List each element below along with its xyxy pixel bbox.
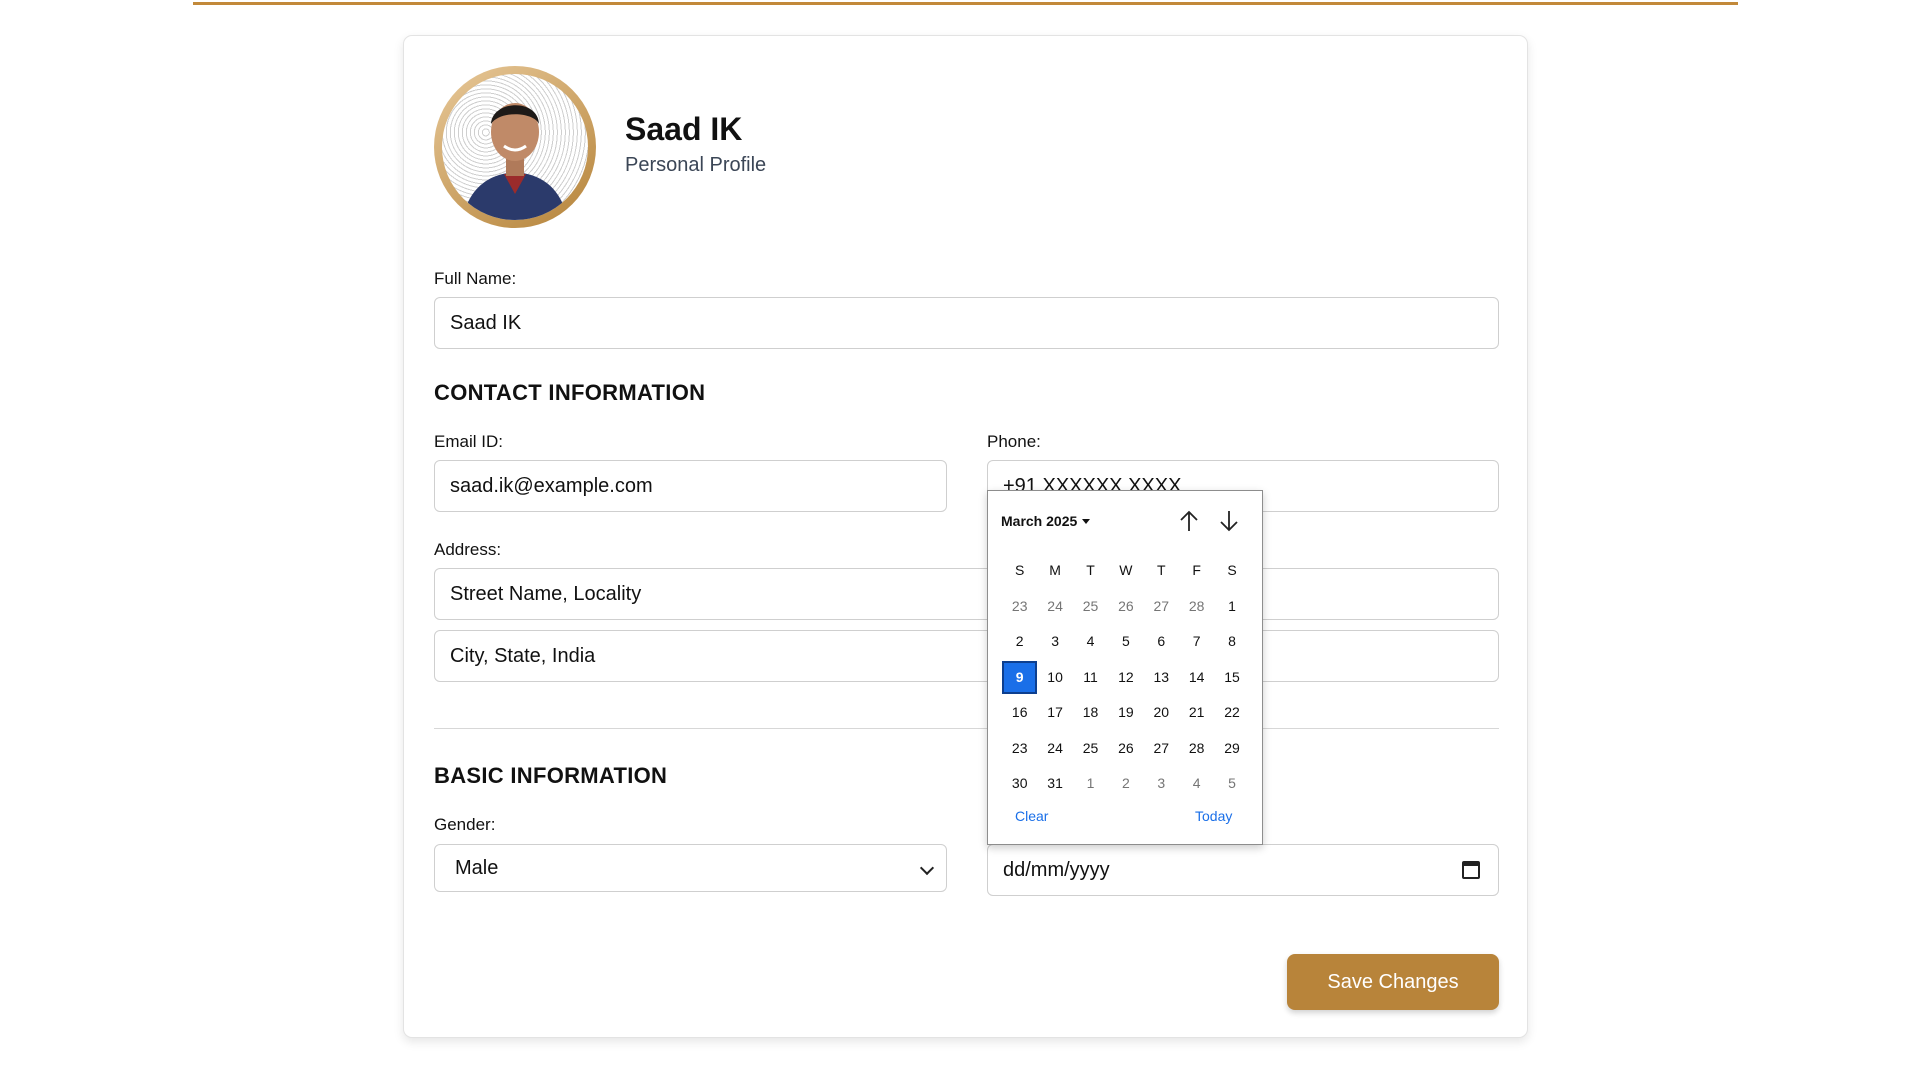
calendar-grid: SMTWTFS 23 24 25 26 27 28 1 2 3 4 5 6 7 8 9 10 11 12 13 14 1… — [1002, 553, 1250, 802]
address-line2-input[interactable]: City, State, India — [434, 630, 1499, 682]
full-name-label: Full Name: — [434, 269, 517, 288]
contact-section-title: CONTACT INFORMATION — [434, 380, 706, 405]
email-label: Email ID: — [434, 432, 503, 451]
weekday-header: S — [1227, 562, 1237, 579]
arrow-up-icon[interactable] — [1178, 509, 1200, 533]
calendar-day[interactable]: 11 — [1073, 661, 1108, 694]
weekday-header: M — [1049, 562, 1061, 579]
calendar-day[interactable]: 14 — [1179, 661, 1214, 694]
calendar-week-row: 23 24 25 26 27 28 1 — [1002, 589, 1250, 625]
avatar-photo — [442, 74, 588, 220]
calendar-day[interactable]: 4 — [1179, 767, 1214, 800]
weekday-header: T — [1156, 562, 1166, 579]
address-line1-value: Street Name, Locality — [450, 582, 642, 605]
calendar-day[interactable]: 27 — [1144, 590, 1179, 623]
avatar — [434, 66, 596, 228]
calendar-day[interactable]: 1 — [1073, 767, 1108, 800]
save-changes-button[interactable]: Save Changes — [1287, 954, 1499, 1010]
calendar-week-row: 30 31 1 2 3 4 5 — [1002, 766, 1250, 802]
calendar-day[interactable]: 3 — [1037, 625, 1072, 658]
calendar-day[interactable]: 22 — [1214, 696, 1249, 729]
email-value: saad.ik@example.com — [450, 474, 653, 497]
calendar-day[interactable]: 25 — [1073, 590, 1108, 623]
phone-label: Phone: — [987, 432, 1041, 451]
calendar-day[interactable]: 15 — [1214, 661, 1249, 694]
calendar-weeks: 23 24 25 26 27 28 1 2 3 4 5 6 7 8 9 10 11 12 13 14 15 16 17 18 1… — [1002, 589, 1250, 802]
calendar-day[interactable]: 3 — [1144, 767, 1179, 800]
basic-section-title: BASIC INFORMATION — [434, 763, 668, 788]
profile-card: Saad IK Personal Profile Full Name: Saad… — [403, 35, 1528, 1038]
calendar-day[interactable]: 2 — [1108, 767, 1143, 800]
full-name-value: Saad IK — [450, 311, 522, 334]
clear-button[interactable]: Clear — [1015, 808, 1048, 824]
calendar-day[interactable]: 25 — [1073, 732, 1108, 765]
calendar-day[interactable]: 4 — [1073, 625, 1108, 658]
section-divider — [434, 728, 1499, 729]
date-picker-popup: March 2025 SMTWTFS 23 24 25 26 27 28 1 2 3 4 5 6 7 8 9… — [987, 490, 1263, 845]
calendar-day[interactable]: 28 — [1179, 732, 1214, 765]
chevron-down-icon — [919, 860, 935, 876]
calendar-day[interactable]: 28 — [1179, 590, 1214, 623]
calendar-day[interactable]: 18 — [1073, 696, 1108, 729]
gender-label: Gender: — [434, 815, 496, 834]
calendar-day[interactable]: 21 — [1179, 696, 1214, 729]
calendar-day[interactable]: 23 — [1002, 732, 1037, 765]
calendar-day[interactable]: 24 — [1037, 590, 1072, 623]
dob-input[interactable]: dd/mm/yyyy — [987, 844, 1499, 896]
calendar-day[interactable]: 26 — [1108, 590, 1143, 623]
caret-down-icon — [1082, 519, 1091, 524]
calendar-week-row: 9 10 11 12 13 14 15 — [1002, 660, 1250, 696]
calendar-day[interactable]: 27 — [1144, 732, 1179, 765]
gender-select[interactable]: Male — [434, 844, 947, 892]
address-line1-input[interactable]: Street Name, Locality — [434, 568, 1499, 620]
calendar-day-selected[interactable]: 9 — [1002, 660, 1038, 694]
today-button[interactable]: Today — [1195, 808, 1232, 824]
calendar-day[interactable]: 29 — [1214, 732, 1249, 765]
calendar-icon[interactable] — [1462, 861, 1480, 879]
profile-name: Saad IK — [625, 111, 743, 147]
address-line2-value: City, State, India — [450, 644, 596, 667]
calendar-day[interactable]: 10 — [1037, 661, 1072, 694]
gender-value: Male — [455, 856, 499, 879]
calendar-day[interactable]: 30 — [1002, 767, 1037, 800]
full-name-input[interactable]: Saad IK — [434, 297, 1499, 349]
weekday-header-row: SMTWTFS — [1002, 553, 1250, 589]
calendar-day[interactable]: 26 — [1108, 732, 1143, 765]
weekday-header: S — [1015, 562, 1025, 579]
calendar-day[interactable]: 5 — [1108, 625, 1143, 658]
calendar-day[interactable]: 17 — [1037, 696, 1072, 729]
calendar-week-row: 2345678 — [1002, 624, 1250, 660]
calendar-day[interactable]: 8 — [1214, 625, 1249, 658]
calendar-day[interactable]: 23 — [1002, 590, 1037, 623]
calendar-day[interactable]: 13 — [1144, 661, 1179, 694]
calendar-day[interactable]: 31 — [1037, 767, 1072, 800]
weekday-header: W — [1119, 562, 1133, 579]
weekday-header: T — [1086, 562, 1095, 579]
month-year-label: March 2025 — [1001, 513, 1078, 529]
calendar-day[interactable]: 19 — [1108, 696, 1143, 729]
calendar-day[interactable]: 12 — [1108, 661, 1143, 694]
calendar-day[interactable]: 2 — [1002, 625, 1037, 658]
address-label: Address: — [434, 540, 502, 559]
calendar-day[interactable]: 1 — [1214, 590, 1249, 623]
weekday-header: F — [1192, 562, 1201, 579]
email-input[interactable]: saad.ik@example.com — [434, 460, 947, 512]
person-photo-icon — [462, 103, 568, 220]
calendar-week-row: 23 24 25 26 27 28 29 — [1002, 731, 1250, 767]
calendar-day[interactable]: 20 — [1144, 696, 1179, 729]
profile-subtitle: Personal Profile — [625, 154, 767, 176]
dob-placeholder: dd/mm/yyyy — [1003, 858, 1110, 881]
month-year-selector[interactable]: March 2025 — [1001, 513, 1091, 529]
calendar-day[interactable]: 24 — [1037, 732, 1072, 765]
calendar-day[interactable]: 5 — [1214, 767, 1249, 800]
calendar-day[interactable]: 16 — [1002, 696, 1037, 729]
top-accent-rule — [193, 2, 1738, 5]
calendar-day[interactable]: 6 — [1144, 625, 1179, 658]
calendar-day[interactable]: 7 — [1179, 625, 1214, 658]
calendar-week-row: 16 17 18 19 20 21 22 — [1002, 695, 1250, 731]
arrow-down-icon[interactable] — [1218, 509, 1240, 533]
